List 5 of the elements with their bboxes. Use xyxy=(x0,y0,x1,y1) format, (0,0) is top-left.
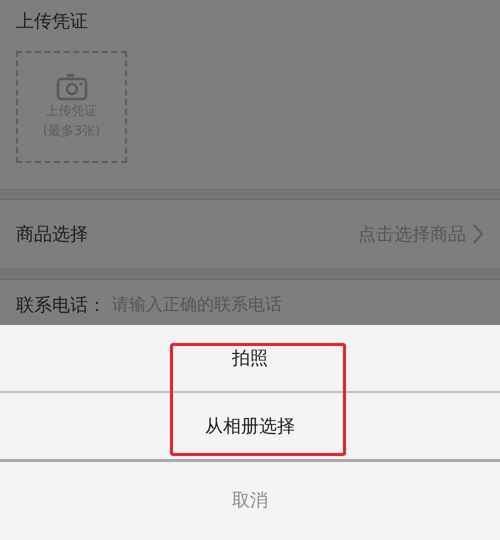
section-title: 上传凭证 xyxy=(16,10,89,34)
row-label: 商品选择 xyxy=(16,223,88,246)
camera-icon xyxy=(56,73,88,101)
phone-label: 联系电话： xyxy=(16,294,106,317)
chevron-right-icon xyxy=(472,223,484,245)
